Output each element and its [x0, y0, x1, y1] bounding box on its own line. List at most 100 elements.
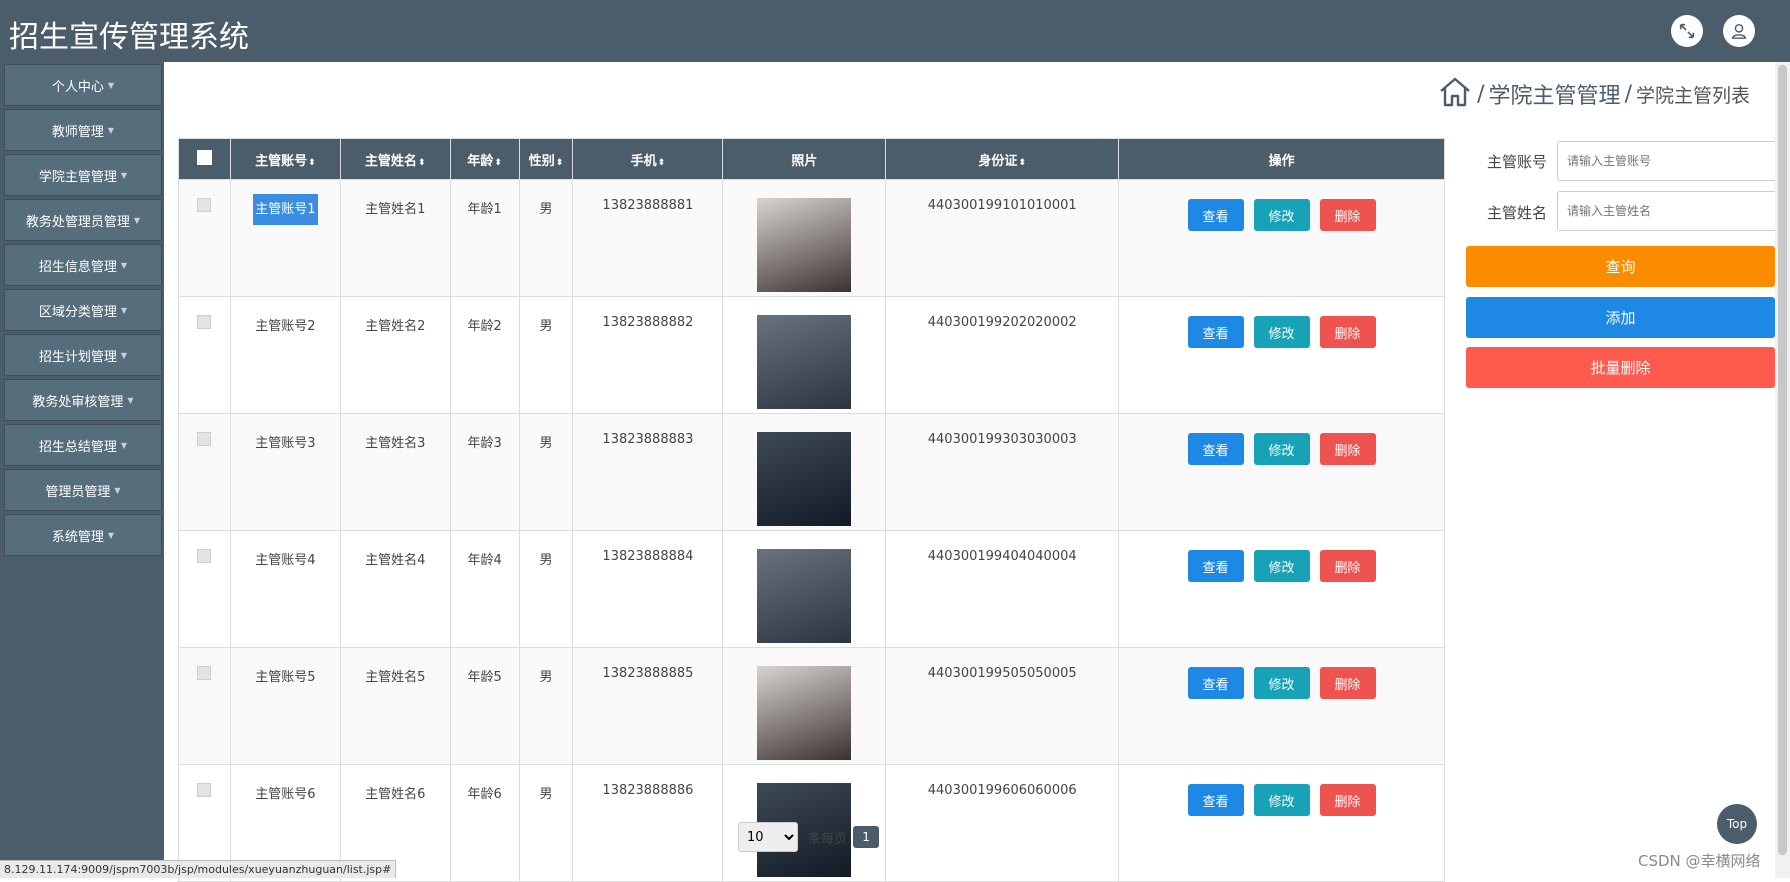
name-search-input[interactable] [1567, 204, 1778, 218]
view-button[interactable]: 查看 [1187, 433, 1244, 465]
add-button[interactable]: 添加 [1466, 297, 1775, 338]
row-checkbox[interactable] [197, 666, 212, 680]
select-all-checkbox[interactable] [196, 149, 212, 165]
delete-button[interactable]: 删除 [1319, 784, 1376, 816]
user-button[interactable] [1723, 15, 1755, 47]
chevron-down-icon: ▼ [107, 530, 115, 540]
watermark: CSDN @幸横网络 [1638, 852, 1761, 870]
table-row: 主管账号5 主管姓名5 年龄5 男 13823888885 4403001995… [178, 647, 1445, 765]
delete-button[interactable]: 删除 [1319, 550, 1376, 582]
column-header-age[interactable]: 年龄⬍ [449, 138, 520, 180]
per-page-label: 条每页 [808, 831, 848, 847]
row-checkbox[interactable] [197, 432, 212, 446]
account-cell: 主管账号1 [229, 179, 341, 297]
account-search-input[interactable] [1567, 154, 1778, 168]
fullscreen-icon [1679, 23, 1695, 39]
row-select-cell [178, 413, 231, 531]
view-button[interactable]: 查看 [1187, 784, 1244, 816]
column-header-gender[interactable]: 性别⬍ [518, 138, 574, 180]
column-header-photo: 照片 [722, 138, 887, 180]
photo-cell [722, 413, 887, 531]
view-button[interactable]: 查看 [1187, 667, 1244, 699]
view-button[interactable]: 查看 [1187, 316, 1244, 348]
sort-icon: ⬍ [308, 157, 316, 168]
delete-button[interactable]: 删除 [1319, 316, 1376, 348]
page-number-button[interactable]: 1 [853, 826, 880, 848]
chevron-down-icon: ▼ [127, 395, 134, 405]
supervisor-photo [757, 432, 852, 526]
fullscreen-button[interactable] [1671, 15, 1703, 47]
column-header-account[interactable]: 主管账号⬍ [229, 138, 341, 180]
top-bar: 招生宣传管理系统 [0, 0, 1790, 62]
sidebar-item-teachers[interactable]: 教师管理 ▼ [4, 109, 162, 151]
sidebar-item-admins[interactable]: 管理员管理 ▼ [4, 469, 162, 511]
view-button[interactable]: 查看 [1187, 550, 1244, 582]
name-search-field[interactable] [1557, 191, 1779, 231]
user-icon [1731, 23, 1747, 39]
supervisor-photo [757, 198, 852, 292]
photo-cell [722, 530, 887, 648]
breadcrumb-module[interactable]: 学院主管管理 [1489, 78, 1621, 110]
row-select-cell [178, 647, 231, 765]
column-header-phone[interactable]: 手机⬍ [572, 138, 724, 180]
delete-button[interactable]: 删除 [1319, 667, 1376, 699]
delete-button[interactable]: 删除 [1319, 433, 1376, 465]
chevron-down-icon: ▼ [120, 350, 128, 360]
scrollbar-thumb[interactable] [1778, 65, 1787, 855]
age-cell: 年龄4 [449, 530, 520, 648]
breadcrumb: / 学院主管管理 / 学院主管列表 [1437, 74, 1750, 114]
sidebar-item-personal-center[interactable]: 个人中心 ▼ [4, 64, 162, 106]
page-size-select[interactable]: 10 [738, 822, 798, 852]
chevron-down-icon: ▼ [120, 440, 128, 450]
account-search-field[interactable] [1557, 141, 1779, 181]
name-search-label: 主管姓名 [1487, 204, 1548, 222]
supervisor-photo [757, 549, 852, 643]
edit-button[interactable]: 修改 [1253, 784, 1310, 816]
column-header-name[interactable]: 主管姓名⬍ [339, 138, 451, 180]
view-button[interactable]: 查看 [1187, 199, 1244, 231]
phone-cell: 13823888884 [572, 530, 724, 648]
sort-icon: ⬍ [417, 157, 426, 168]
sidebar-item-college-supervisors[interactable]: 学院主管管理 ▼ [4, 154, 162, 196]
idcard-cell: 440300199202020002 [885, 296, 1120, 414]
gender-cell: 男 [518, 530, 574, 648]
sidebar-item-enrollment-summary[interactable]: 招生总结管理 ▼ [4, 424, 162, 466]
name-cell: 主管姓名1 [339, 179, 451, 297]
edit-button[interactable]: 修改 [1253, 199, 1310, 231]
row-checkbox[interactable] [197, 198, 212, 212]
back-to-top-button[interactable]: Top [1717, 804, 1757, 844]
edit-button[interactable]: 修改 [1253, 667, 1310, 699]
sidebar-item-region-category[interactable]: 区域分类管理 ▼ [4, 289, 162, 331]
table-row: 主管账号4 主管姓名4 年龄4 男 13823888884 4403001994… [178, 530, 1445, 648]
name-cell: 主管姓名3 [339, 413, 451, 531]
row-checkbox[interactable] [197, 783, 212, 797]
sidebar-item-academic-review[interactable]: 教务处审核管理 ▼ [4, 379, 162, 421]
age-cell: 年龄1 [449, 179, 520, 297]
row-checkbox[interactable] [197, 549, 212, 563]
query-button[interactable]: 查询 [1466, 246, 1775, 287]
account-cell: 主管账号5 [229, 647, 341, 765]
ops-cell: 查看 修改 删除 [1118, 647, 1445, 765]
sidebar-item-system[interactable]: 系统管理 ▼ [4, 514, 162, 556]
batch-delete-button[interactable]: 批量删除 [1466, 347, 1775, 388]
ops-cell: 查看 修改 删除 [1118, 413, 1445, 531]
table-row: 主管账号2 主管姓名2 年龄2 男 13823888882 4403001992… [178, 296, 1445, 414]
select-all-header[interactable] [178, 138, 231, 180]
sort-icon: ⬍ [657, 157, 666, 168]
name-cell: 主管姓名4 [339, 530, 451, 648]
row-checkbox[interactable] [197, 315, 212, 329]
breadcrumb-separator: / [1624, 81, 1632, 107]
sidebar-item-enrollment-info[interactable]: 招生信息管理 ▼ [4, 244, 162, 286]
chevron-down-icon: ▼ [120, 170, 128, 180]
edit-button[interactable]: 修改 [1253, 433, 1310, 465]
ops-cell: 查看 修改 删除 [1118, 530, 1445, 648]
column-header-ops: 操作 [1118, 138, 1445, 180]
home-icon[interactable] [1437, 74, 1473, 114]
edit-button[interactable]: 修改 [1253, 550, 1310, 582]
sidebar-item-academic-admins[interactable]: 教务处管理员管理 ▼ [4, 199, 162, 241]
sidebar-item-enrollment-plan[interactable]: 招生计划管理 ▼ [4, 334, 162, 376]
delete-button[interactable]: 删除 [1319, 199, 1376, 231]
edit-button[interactable]: 修改 [1253, 316, 1310, 348]
column-header-idcard[interactable]: 身份证⬍ [885, 138, 1120, 180]
table-header-row: 主管账号⬍ 主管姓名⬍ 年龄⬍ 性别⬍ 手机⬍ 照片 身份证⬍ 操作 [178, 138, 1445, 180]
